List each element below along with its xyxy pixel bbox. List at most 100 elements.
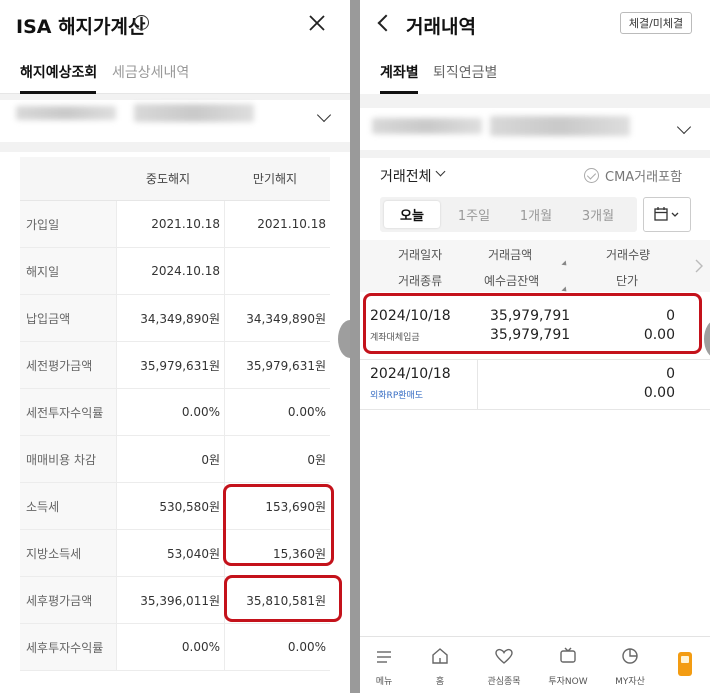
transaction-row[interactable]: 2024/10/18 외화RP환매도 0 0.00	[360, 360, 710, 410]
row-label: 세전평가금액	[26, 358, 93, 373]
nav-watchlist[interactable]: 관심종목	[474, 645, 534, 687]
maturity-value: 0.00%	[287, 405, 326, 419]
table-header: 중도해지 만기해지	[20, 157, 330, 201]
page-title: ISA 해지가계산	[16, 16, 146, 38]
highlight-tax-box	[223, 484, 334, 566]
early-value: 2021.10.18	[151, 217, 220, 231]
header-qty: 거래수량	[606, 248, 651, 262]
period-1month[interactable]: 1개월	[508, 201, 564, 228]
tab-cancel-estimate[interactable]: 해지예상조회	[20, 62, 97, 82]
close-icon[interactable]	[306, 12, 328, 34]
row-label: 가입일	[26, 217, 60, 232]
cma-include-checkbox[interactable]: CMA거래포함	[584, 166, 682, 185]
transaction-type-dropdown[interactable]: 거래전체	[380, 166, 432, 186]
tx-date: 2024/10/18	[370, 366, 451, 382]
tab-by-account[interactable]: 계좌별	[380, 62, 419, 82]
early-value: 2024.10.18	[151, 264, 220, 278]
early-value: 0.00%	[181, 640, 220, 654]
early-value: 34,349,890원	[140, 311, 220, 326]
tab-bar: 해지예상조회 세금상세내역	[0, 56, 350, 94]
early-value: 53,040원	[166, 546, 220, 561]
maturity-value: 35,979,631원	[246, 358, 326, 373]
scroll-handle[interactable]	[338, 320, 350, 358]
back-arrow-icon[interactable]	[377, 14, 395, 32]
masked-account	[16, 106, 116, 120]
info-icon[interactable]: !	[134, 15, 149, 30]
period-today[interactable]: 오늘	[384, 201, 440, 228]
nav-menu[interactable]: 메뉴	[360, 645, 414, 687]
filled-unfilled-button[interactable]: 체결/미체결	[620, 12, 692, 34]
early-value: 35,979,631원	[140, 358, 220, 373]
nav-home[interactable]: 홈	[410, 645, 470, 687]
table-row: 가입일 2021.10.18 2021.10.18	[20, 201, 330, 248]
masked-account	[372, 118, 482, 134]
panel-divider	[350, 0, 360, 693]
row-label: 납입금액	[26, 311, 71, 326]
chevron-down-icon	[316, 107, 332, 123]
masked-account-name	[490, 116, 630, 136]
masked-account-name	[134, 104, 254, 122]
header-early-cancel: 중도해지	[145, 172, 191, 186]
tx-qty: 0	[666, 366, 675, 382]
row-label: 소득세	[26, 499, 60, 514]
divider-band	[360, 94, 710, 108]
nav-invest-now[interactable]: 투자NOW	[538, 645, 598, 687]
period-3months[interactable]: 3개월	[570, 201, 626, 228]
maturity-value: 0.00%	[287, 640, 326, 654]
header-type: 거래종류	[398, 274, 443, 288]
row-label: 해지일	[26, 264, 60, 279]
pie-chart-icon	[622, 648, 638, 664]
menu-icon	[377, 651, 391, 663]
early-value: 35,396,011원	[140, 593, 220, 608]
heart-icon	[495, 648, 513, 664]
maturity-value	[224, 248, 326, 294]
tab-tax-detail[interactable]: 세금상세내역	[112, 62, 189, 82]
chevron-down-icon	[676, 119, 692, 135]
page-title: 거래내역	[406, 16, 476, 38]
check-icon	[584, 168, 599, 183]
left-panel: ISA 해지가계산 ! 해지예상조회 세금상세내역 중도해지 만기해지 가입일 …	[0, 0, 350, 693]
early-value: 0원	[201, 452, 220, 467]
header-date: 거래일자	[398, 248, 443, 262]
account-selector[interactable]	[360, 108, 710, 150]
table-row: 매매비용 차감 0원 0원	[20, 436, 330, 483]
table-row: 세후투자수익률 0.00% 0.00%	[20, 624, 330, 671]
row-label: 매매비용 차감	[26, 452, 97, 467]
chevron-right-icon[interactable]	[694, 258, 704, 274]
early-value: 0.00%	[181, 405, 220, 419]
maturity-value: 0원	[307, 452, 326, 467]
cma-label: CMA거래포함	[605, 170, 683, 185]
home-icon	[432, 648, 448, 664]
right-panel: 거래내역 체결/미체결 계좌별 퇴직연금별 거래전체 CMA거래포함 오늘 1주…	[360, 0, 710, 693]
period-1week[interactable]: 1주일	[446, 201, 502, 228]
tx-price: 0.00	[643, 385, 675, 401]
period-selector: 오늘 1주일 1개월 3개월	[380, 197, 637, 232]
shortcut-icon[interactable]	[678, 652, 692, 676]
table-row: 납입금액 34,349,890원 34,349,890원	[20, 295, 330, 342]
tab-by-pension[interactable]: 퇴직연금별	[433, 62, 497, 82]
row-label: 세전투자수익률	[26, 405, 104, 420]
table-row: 세전평가금액 35,979,631원 35,979,631원	[20, 342, 330, 389]
maturity-value: 2021.10.18	[257, 217, 326, 231]
table-row: 세전투자수익률 0.00% 0.00%	[20, 389, 330, 436]
chevron-down-icon	[435, 166, 446, 177]
header-maturity-cancel: 만기해지	[252, 172, 298, 186]
header-amount: 거래금액	[488, 248, 533, 262]
highlight-transaction-box	[363, 293, 702, 354]
row-label: 세후투자수익률	[26, 640, 104, 655]
row-label: 지방소득세	[26, 546, 82, 561]
sort-icon	[561, 260, 569, 268]
table-row: 해지일 2024.10.18	[20, 248, 330, 295]
tv-icon	[560, 647, 576, 663]
account-selector[interactable]	[0, 100, 350, 142]
maturity-value: 34,349,890원	[246, 311, 326, 326]
nav-my-assets[interactable]: MY자산	[600, 645, 660, 687]
header-balance: 예수금잔액	[484, 274, 540, 288]
bottom-navigation: 메뉴 홈 관심종목 투자NOW MY자산	[360, 636, 710, 693]
divider-band	[0, 142, 350, 152]
calendar-icon	[654, 207, 679, 221]
divider-band	[360, 150, 710, 158]
calendar-button[interactable]	[643, 197, 691, 232]
tx-type: 외화RP환매도	[370, 391, 424, 401]
transaction-grid-header: 거래일자 거래금액 거래수량 거래종류 예수금잔액 단가	[360, 240, 710, 294]
